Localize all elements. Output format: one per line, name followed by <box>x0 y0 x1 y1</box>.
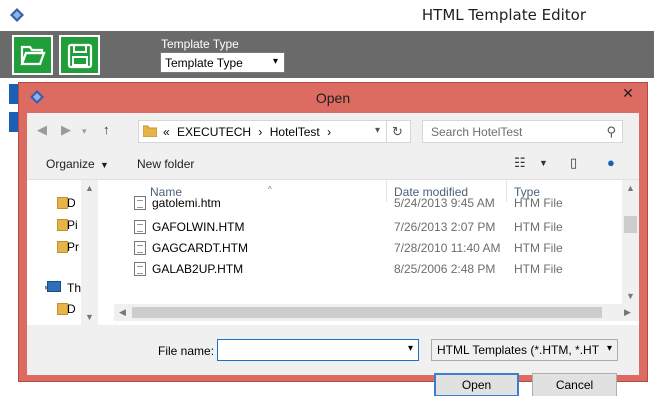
file-icon <box>134 241 146 255</box>
cancel-button[interactable]: Cancel <box>532 373 617 396</box>
template-type-label: Template Type <box>161 37 239 51</box>
file-type: HTM File <box>514 220 563 234</box>
file-icon <box>134 220 146 234</box>
refresh-icon[interactable]: ↻ <box>386 121 408 142</box>
template-type-value: Template Type <box>165 56 243 70</box>
navigation-bar: ◀ ▶ ▾ ↑ « EXECUTECH › HotelTest › ▾ ↻ Se <box>27 113 639 149</box>
folder-icon <box>143 125 157 137</box>
file-row[interactable]: GALAB2UP.HTM 8/25/2006 2:48 PM HTM File <box>114 259 622 280</box>
address-prefix: « <box>163 125 170 139</box>
close-icon[interactable]: ✕ <box>619 84 637 102</box>
file-icon <box>134 196 146 210</box>
app-title: HTML Template Editor <box>421 6 586 24</box>
dialog-footer: File name: ▾ HTML Templates (*.HTM, *.HT… <box>27 325 639 375</box>
file-type-select[interactable]: HTML Templates (*.HTM, *.HT ▾ <box>431 339 618 361</box>
file-name: gatolemi.htm <box>152 196 221 210</box>
search-box[interactable]: Search HotelTest ⚲ <box>422 120 623 143</box>
nav-item[interactable]: D <box>67 302 76 316</box>
file-row[interactable]: GAGCARDT.HTM 7/28/2010 11:40 AM HTM File <box>114 238 622 259</box>
chevron-down-icon: ▾ <box>606 343 612 354</box>
breadcrumb-separator[interactable]: › <box>258 125 262 139</box>
file-type: HTM File <box>514 262 563 276</box>
scroll-left-arrow-icon[interactable]: ◀ <box>119 307 126 318</box>
file-list: ^ Name Date modified Type gatolemi.htm 5… <box>114 180 639 326</box>
file-name-input[interactable]: ▾ <box>217 339 419 361</box>
dialog-title: Open <box>315 90 351 106</box>
file-date: 7/26/2013 2:07 PM <box>394 220 496 234</box>
scroll-down-arrow-icon[interactable]: ▼ <box>626 291 635 301</box>
file-name: GAFOLWIN.HTM <box>152 220 245 234</box>
file-list-vertical-scrollbar[interactable]: ▲ ▼ <box>622 180 639 304</box>
open-dialog: Open ✕ ◀ ▶ ▾ ↑ « EXECUTECH › HotelTest ›… <box>18 82 648 396</box>
back-arrow-icon[interactable]: ◀ <box>37 122 47 138</box>
file-name: GAGCARDT.HTM <box>152 241 248 255</box>
search-icon: ⚲ <box>606 124 616 139</box>
save-button[interactable] <box>59 35 100 75</box>
scroll-up-arrow-icon[interactable]: ▲ <box>85 183 94 193</box>
sort-up-icon: ^ <box>268 185 272 194</box>
open-button[interactable]: Open <box>434 373 519 396</box>
file-date: 7/28/2010 11:40 AM <box>394 241 501 255</box>
file-type-value: HTML Templates (*.HTM, *.HT <box>437 343 600 357</box>
up-arrow-icon[interactable]: ↑ <box>103 122 110 137</box>
chevron-down-icon[interactable]: ▼ <box>539 158 548 168</box>
scroll-right-arrow-icon[interactable]: ▶ <box>624 307 631 318</box>
computer-icon <box>47 281 61 292</box>
file-list-horizontal-scrollbar[interactable]: ◀ ▶ <box>114 304 639 321</box>
dialog-content: ◀ ▶ ▾ ↑ « EXECUTECH › HotelTest › ▾ ↻ Se <box>27 113 639 396</box>
browser-panes: D Pi Pr ▸ This D ▲ ▼ ^ Name D <box>27 179 639 326</box>
breadcrumb-separator[interactable]: › <box>327 125 331 139</box>
app-titlebar: HTML Template Editor <box>0 0 654 31</box>
address-bar[interactable]: « EXECUTECH › HotelTest › ▾ ↻ <box>138 120 411 143</box>
file-row[interactable]: GAFOLWIN.HTM 7/26/2013 2:07 PM HTM File <box>114 217 622 238</box>
folder-open-icon <box>20 45 46 66</box>
nav-item[interactable]: Pr <box>67 240 79 254</box>
file-row[interactable]: gatolemi.htm 5/24/2013 9:45 AM HTM File <box>114 196 622 212</box>
scrollbar-thumb[interactable] <box>132 307 602 318</box>
scrollbar-thumb[interactable] <box>624 216 637 233</box>
scroll-down-arrow-icon[interactable]: ▼ <box>85 312 94 322</box>
forward-arrow-icon[interactable]: ▶ <box>61 122 71 138</box>
scroll-up-arrow-icon[interactable]: ▲ <box>626 183 635 193</box>
organize-label: Organize <box>46 157 95 171</box>
navigation-scrollbar[interactable]: ▲ ▼ <box>81 180 98 326</box>
save-disk-icon <box>67 43 93 69</box>
new-folder-button[interactable]: New folder <box>137 157 194 171</box>
breadcrumb-executech[interactable]: EXECUTECH <box>177 125 251 139</box>
address-path: « EXECUTECH › HotelTest › <box>163 125 331 139</box>
open-folder-button[interactable] <box>12 35 53 75</box>
view-options-icon[interactable]: ☷ <box>514 155 526 171</box>
recent-locations-icon[interactable]: ▾ <box>82 126 87 137</box>
command-bar: Organize ▼ New folder ☷ ▼ ▯ ● <box>27 149 639 179</box>
nav-item[interactable]: D <box>67 196 76 210</box>
file-type: HTM File <box>514 196 563 210</box>
template-type-select[interactable]: Template Type ▾ <box>160 52 285 73</box>
preview-pane-icon[interactable]: ▯ <box>570 155 577 171</box>
chevron-down-icon: ▼ <box>100 160 109 170</box>
search-placeholder: Search HotelTest <box>431 125 523 139</box>
file-date: 5/24/2013 9:45 AM <box>394 196 495 210</box>
chevron-down-icon: ▾ <box>272 56 278 67</box>
breadcrumb-hoteltest[interactable]: HotelTest <box>270 125 320 139</box>
file-type: HTM File <box>514 241 563 255</box>
file-date: 8/25/2006 2:48 PM <box>394 262 496 276</box>
help-icon[interactable]: ● <box>607 155 615 170</box>
file-name: GALAB2UP.HTM <box>152 262 244 276</box>
nav-item[interactable]: Pi <box>67 218 78 232</box>
app-toolbar <box>0 31 654 78</box>
file-icon <box>134 262 146 276</box>
chevron-down-icon[interactable]: ▾ <box>408 343 413 354</box>
address-dropdown-icon[interactable]: ▾ <box>375 125 380 136</box>
file-name-label: File name: <box>158 344 215 358</box>
organize-button[interactable]: Organize ▼ <box>46 157 109 171</box>
